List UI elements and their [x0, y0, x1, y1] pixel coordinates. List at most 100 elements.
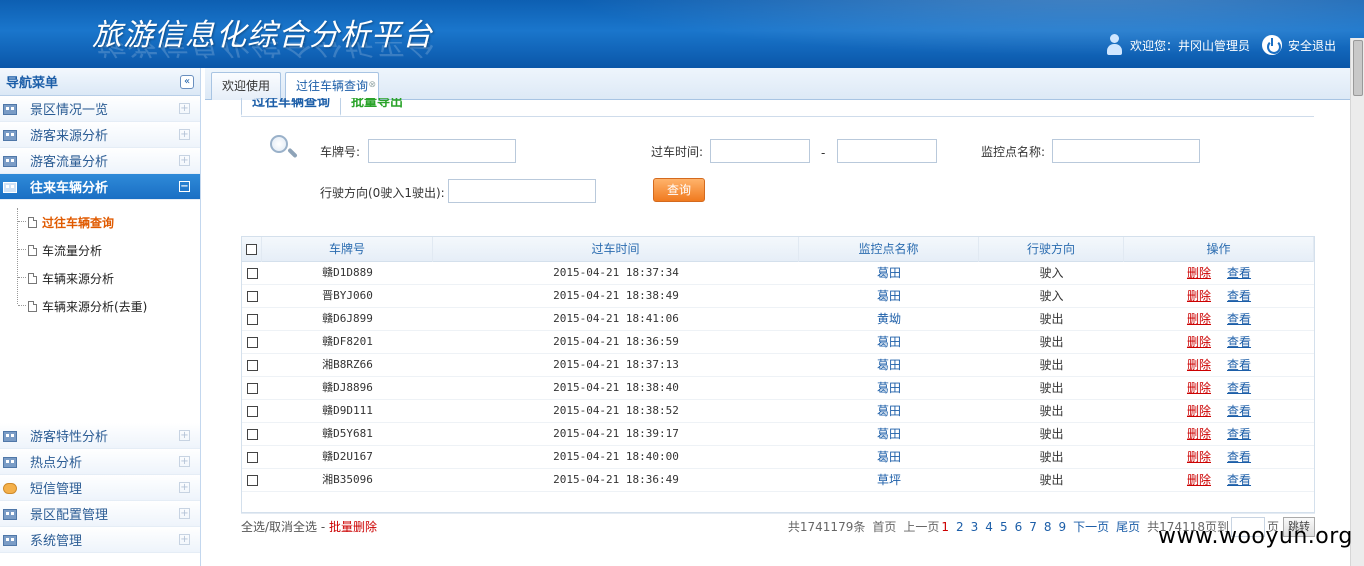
- row-checkbox-cell: [242, 354, 262, 377]
- collapse-toggle-icon[interactable]: −: [179, 181, 190, 192]
- submenu-item-0[interactable]: 过往车辆查询: [0, 208, 200, 236]
- sidebar-item-bottom-4[interactable]: 系统管理 +: [0, 527, 200, 553]
- row-checkbox[interactable]: [246, 405, 258, 417]
- logout-link[interactable]: 安全退出: [1288, 37, 1336, 54]
- submenu-item-2[interactable]: 车辆来源分析: [0, 264, 200, 292]
- page-link[interactable]: 5: [1000, 520, 1008, 534]
- delete-link[interactable]: 删除: [1187, 423, 1211, 446]
- view-link[interactable]: 查看: [1227, 308, 1251, 331]
- point-cell: 葛田: [876, 427, 901, 441]
- sidebar-item-top-0[interactable]: 景区情况一览 +: [0, 96, 200, 122]
- actions-cell: 删除 查看: [1124, 400, 1314, 423]
- sidebar-item-bottom-2[interactable]: 短信管理 +: [0, 475, 200, 501]
- close-icon[interactable]: ⊗: [368, 72, 376, 98]
- sidebar-item-bottom-3[interactable]: 景区配置管理 +: [0, 501, 200, 527]
- delete-link[interactable]: 删除: [1187, 331, 1211, 354]
- delete-link[interactable]: 删除: [1187, 262, 1211, 285]
- header-plate: 车牌号: [262, 237, 433, 262]
- time-separator: -: [821, 146, 826, 160]
- header-point: 监控点名称: [799, 237, 979, 262]
- tab-vehicle-query[interactable]: 过往车辆查询 ⊗: [285, 72, 380, 101]
- row-checkbox[interactable]: [246, 290, 258, 302]
- building-icon: [2, 429, 18, 443]
- page-link[interactable]: 9: [1059, 520, 1067, 534]
- sub-tabs: 过往车辆查询 批量导出: [241, 98, 413, 116]
- subtab-batch-export[interactable]: 批量导出: [341, 98, 413, 116]
- delete-link[interactable]: 删除: [1187, 354, 1211, 377]
- scrollbar-thumb[interactable]: [1353, 40, 1363, 96]
- prev-page-link[interactable]: 上一页: [903, 518, 939, 535]
- direction-input[interactable]: [448, 179, 596, 203]
- row-checkbox[interactable]: [246, 474, 258, 486]
- sidebar-item-top-3[interactable]: 往来车辆分析 −: [0, 174, 200, 200]
- row-checkbox[interactable]: [246, 359, 258, 371]
- last-page-link[interactable]: 尾页: [1116, 518, 1140, 535]
- delete-link[interactable]: 删除: [1187, 469, 1211, 492]
- sidebar-item-bottom-0[interactable]: 游客特性分析 +: [0, 423, 200, 449]
- delete-link[interactable]: 删除: [1187, 400, 1211, 423]
- time-cell: 2015-04-21 18:38:49: [553, 289, 679, 302]
- view-link[interactable]: 查看: [1227, 446, 1251, 469]
- page-link[interactable]: 7: [1029, 520, 1037, 534]
- expand-toggle-icon[interactable]: +: [179, 456, 190, 467]
- delete-link[interactable]: 删除: [1187, 377, 1211, 400]
- select-all-link[interactable]: 全选/取消全选: [241, 520, 317, 534]
- page-link[interactable]: 8: [1044, 520, 1052, 534]
- row-checkbox[interactable]: [246, 267, 258, 279]
- collapse-icon[interactable]: «: [180, 74, 194, 89]
- expand-toggle-icon[interactable]: +: [179, 534, 190, 545]
- row-checkbox[interactable]: [246, 313, 258, 325]
- power-icon[interactable]: [1261, 35, 1282, 55]
- submenu-item-1[interactable]: 车流量分析: [0, 236, 200, 264]
- view-link[interactable]: 查看: [1227, 423, 1251, 446]
- subtab-vehicle-query[interactable]: 过往车辆查询: [241, 98, 342, 116]
- view-link[interactable]: 查看: [1227, 262, 1251, 285]
- sidebar-item-bottom-1[interactable]: 热点分析 +: [0, 449, 200, 475]
- select-all-checkbox[interactable]: [246, 244, 257, 255]
- expand-toggle-icon[interactable]: +: [179, 508, 190, 519]
- plate-input[interactable]: [368, 139, 516, 163]
- sidebar-item-top-1[interactable]: 游客来源分析 +: [0, 122, 200, 148]
- view-link[interactable]: 查看: [1227, 469, 1251, 492]
- table-row: 赣DF8201 2015-04-21 18:36:59 葛田 驶出 删除 查看: [242, 331, 1314, 354]
- tab-welcome[interactable]: 欢迎使用: [211, 72, 282, 100]
- point-input[interactable]: [1052, 139, 1200, 163]
- view-link[interactable]: 查看: [1227, 331, 1251, 354]
- tab-bar: 欢迎使用 过往车辆查询 ⊗: [205, 68, 1350, 101]
- end-time-input[interactable]: [837, 139, 937, 163]
- row-checkbox[interactable]: [246, 336, 258, 348]
- actions-cell: 删除 查看: [1124, 423, 1314, 446]
- expand-toggle-icon[interactable]: +: [179, 155, 190, 166]
- page-link[interactable]: 4: [985, 520, 993, 534]
- delete-link[interactable]: 删除: [1187, 285, 1211, 308]
- view-link[interactable]: 查看: [1227, 285, 1251, 308]
- expand-toggle-icon[interactable]: +: [179, 430, 190, 441]
- row-checkbox[interactable]: [246, 382, 258, 394]
- view-link[interactable]: 查看: [1227, 354, 1251, 377]
- delete-link[interactable]: 删除: [1187, 446, 1211, 469]
- query-button[interactable]: 查询: [653, 178, 705, 202]
- window-scrollbar[interactable]: [1350, 38, 1364, 566]
- page-link[interactable]: 6: [1015, 520, 1023, 534]
- sidebar-item-top-2[interactable]: 游客流量分析 +: [0, 148, 200, 174]
- view-link[interactable]: 查看: [1227, 400, 1251, 423]
- row-checkbox[interactable]: [246, 428, 258, 440]
- expand-toggle-icon[interactable]: +: [179, 129, 190, 140]
- batch-delete-link[interactable]: 批量删除: [329, 520, 377, 534]
- delete-link[interactable]: 删除: [1187, 308, 1211, 331]
- page-link[interactable]: 1: [941, 520, 949, 534]
- page-link[interactable]: 2: [956, 520, 964, 534]
- first-page-link[interactable]: 首页: [872, 518, 896, 535]
- row-checkbox[interactable]: [246, 451, 258, 463]
- expand-toggle-icon[interactable]: +: [179, 482, 190, 493]
- document-icon: [28, 300, 37, 312]
- next-page-link[interactable]: 下一页: [1073, 518, 1109, 535]
- vehicle-table: 车牌号 过车时间 监控点名称 行驶方向 操作 赣D1D889 2015-04-21…: [241, 236, 1315, 513]
- submenu-item-3[interactable]: 车辆来源分析(去重): [0, 292, 200, 320]
- expand-toggle-icon[interactable]: +: [179, 103, 190, 114]
- view-link[interactable]: 查看: [1227, 377, 1251, 400]
- point-cell: 黄坳: [876, 312, 901, 326]
- page-link[interactable]: 3: [971, 520, 979, 534]
- start-time-input[interactable]: [710, 139, 810, 163]
- submenu-item-label: 过往车辆查询: [42, 215, 115, 230]
